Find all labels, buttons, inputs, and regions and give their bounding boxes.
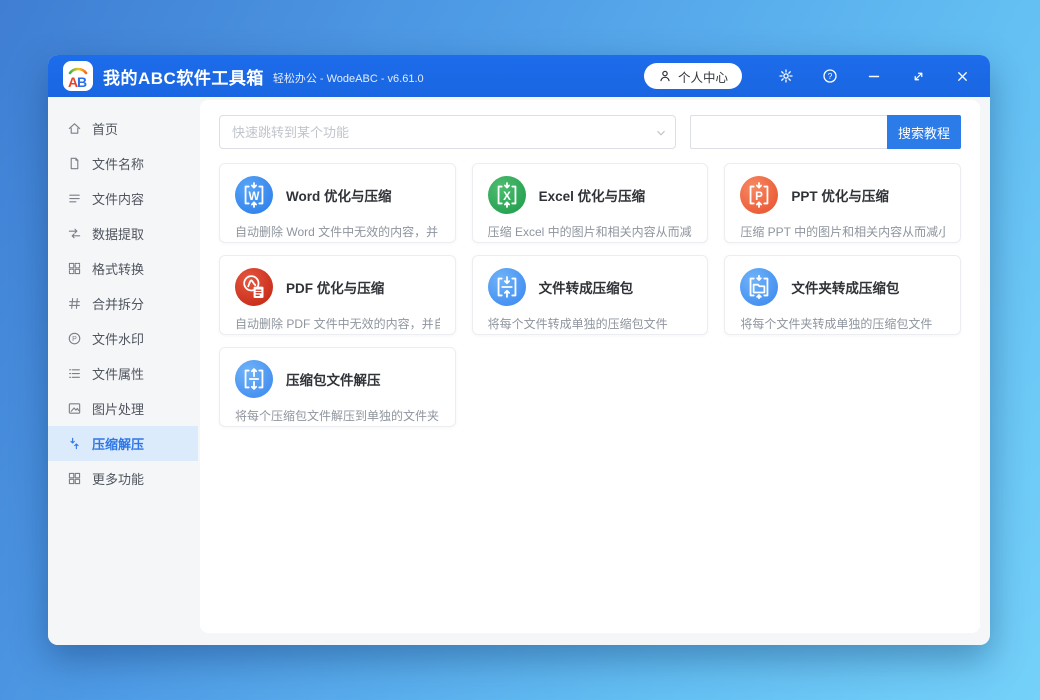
card-unzip[interactable]: 压缩包文件解压 将每个压缩包文件解压到单独的文件夹中: [219, 347, 456, 427]
window-title: 我的ABC软件工具箱: [103, 64, 264, 89]
close-icon: [955, 69, 970, 84]
minimize-icon: [866, 68, 882, 84]
svg-text:W: W: [249, 190, 260, 203]
sidebar-item-merge-split[interactable]: 合并拆分: [48, 286, 198, 321]
app-logo-icon: A B: [63, 61, 93, 91]
ppt-compress-icon: P: [740, 176, 778, 214]
sidebar-item-data-extract[interactable]: 数据提取: [48, 216, 198, 251]
card-word-compress[interactable]: W Word 优化与压缩 自动删除 Word 文件中无效的内容，并自动压缩里面: [219, 163, 456, 243]
person-icon: [658, 69, 672, 83]
svg-text:X: X: [503, 190, 511, 203]
card-folder-to-zip[interactable]: 文件夹转成压缩包 将每个文件夹转成单独的压缩包文件: [724, 255, 961, 335]
image-process-icon: [67, 401, 82, 416]
word-compress-icon: W: [235, 176, 273, 214]
content-panel: 搜索教程 W Word 优化与压缩 自动删除 Word 文件中无效的内容，并自动…: [200, 100, 980, 633]
svg-text:?: ?: [828, 71, 833, 81]
quick-jump-select[interactable]: [219, 115, 676, 149]
merge-split-icon: [67, 296, 82, 311]
file-to-zip-icon: [488, 268, 526, 306]
card-pdf-compress[interactable]: PDF 优化与压缩 自动删除 PDF 文件中无效的内容，并自动压缩里面: [219, 255, 456, 335]
more-grid-icon: [67, 471, 82, 486]
file-props-icon: [67, 366, 82, 381]
maximize-button[interactable]: [896, 55, 940, 97]
svg-text:P: P: [72, 336, 77, 343]
feature-card-grid: W Word 优化与压缩 自动删除 Word 文件中无效的内容，并自动压缩里面 …: [219, 163, 961, 427]
tutorial-search: 搜索教程: [690, 115, 961, 149]
card-file-to-zip[interactable]: 文件转成压缩包 将每个文件转成单独的压缩包文件: [472, 255, 709, 335]
search-tutorial-button[interactable]: 搜索教程: [887, 115, 961, 149]
minimize-button[interactable]: [852, 55, 896, 97]
chevron-down-icon: [655, 126, 667, 144]
card-ppt-compress[interactable]: P PPT 优化与压缩 压缩 PPT 中的图片和相关内容从而减小文件体积: [724, 163, 961, 243]
help-button[interactable]: ?: [808, 55, 852, 97]
toolbar: 搜索教程: [219, 115, 961, 149]
help-icon: ?: [822, 68, 838, 84]
excel-compress-icon: X: [488, 176, 526, 214]
sidebar-item-home[interactable]: 首页: [48, 111, 198, 146]
maximize-icon: [911, 69, 926, 84]
watermark-icon: P: [67, 331, 82, 346]
user-center-label: 个人中心: [678, 67, 728, 86]
user-center-button[interactable]: 个人中心: [644, 63, 742, 89]
sidebar-item-file-props[interactable]: 文件属性: [48, 356, 198, 391]
gear-icon: [778, 68, 794, 84]
title-bar[interactable]: A B 我的ABC软件工具箱 轻松办公 - WodeABC - v6.61.0 …: [48, 55, 990, 97]
sidebar-item-format-convert[interactable]: 格式转换: [48, 251, 198, 286]
app-window: A B 我的ABC软件工具箱 轻松办公 - WodeABC - v6.61.0 …: [48, 55, 990, 645]
close-button[interactable]: [940, 55, 984, 97]
card-excel-compress[interactable]: X Excel 优化与压缩 压缩 Excel 中的图片和相关内容从而减小文件体积: [472, 163, 709, 243]
window-subtitle: 轻松办公 - WodeABC - v6.61.0: [273, 70, 424, 86]
main-content: 搜索教程 W Word 优化与压缩 自动删除 Word 文件中无效的内容，并自动…: [198, 97, 990, 645]
unzip-icon: [235, 360, 273, 398]
compress-icon: [67, 436, 82, 451]
folder-to-zip-icon: [740, 268, 778, 306]
home-icon: [67, 121, 82, 136]
sidebar-item-file-content[interactable]: 文件内容: [48, 181, 198, 216]
settings-button[interactable]: [764, 55, 808, 97]
quick-jump-input[interactable]: [219, 115, 676, 149]
sidebar-item-file-name[interactable]: 文件名称: [48, 146, 198, 181]
pdf-compress-icon: [235, 268, 273, 306]
file-name-icon: [67, 156, 82, 171]
sidebar-item-image-process[interactable]: 图片处理: [48, 391, 198, 426]
logo-letter-b: B: [77, 75, 87, 89]
file-content-icon: [67, 191, 82, 206]
sidebar-item-more-grid[interactable]: 更多功能: [48, 461, 198, 496]
tutorial-search-input[interactable]: [690, 115, 887, 149]
data-extract-icon: [67, 226, 82, 241]
sidebar-item-watermark[interactable]: P 文件水印: [48, 321, 198, 356]
sidebar-item-compress[interactable]: 压缩解压: [48, 426, 198, 461]
desktop-background: A B 我的ABC软件工具箱 轻松办公 - WodeABC - v6.61.0 …: [0, 0, 1040, 700]
svg-text:P: P: [755, 190, 763, 203]
format-convert-icon: [67, 261, 82, 276]
sidebar: 首页 文件名称 文件内容 数据提取 格式转换: [48, 97, 198, 645]
